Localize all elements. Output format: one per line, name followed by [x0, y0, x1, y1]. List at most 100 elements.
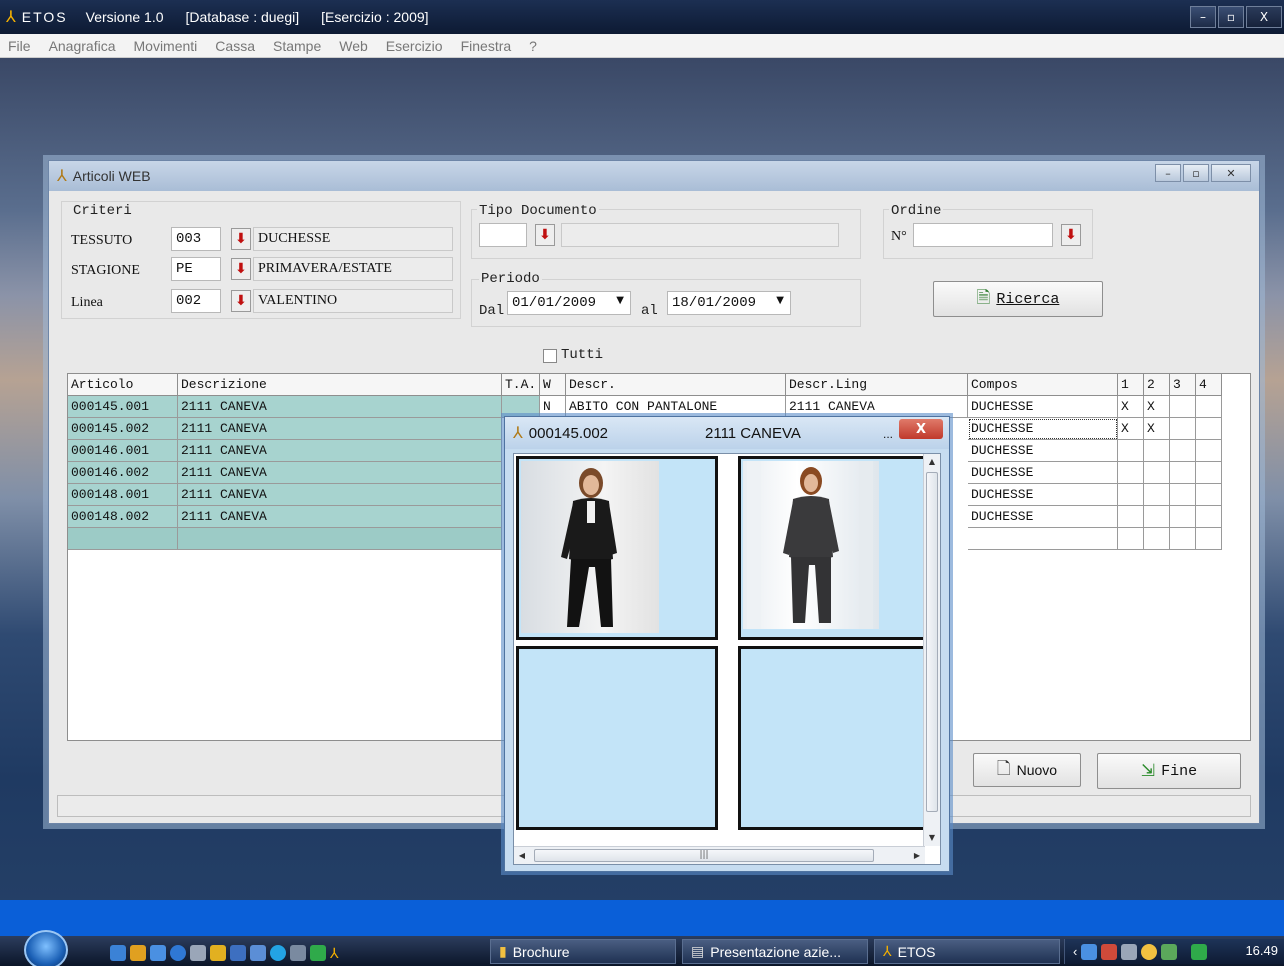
cell-3[interactable] — [1170, 440, 1196, 462]
ql-icon-5[interactable] — [190, 945, 206, 961]
cell-compos[interactable]: DUCHESSE — [968, 484, 1118, 506]
cell-3[interactable] — [1170, 396, 1196, 418]
cell-articolo[interactable]: 000145.002 — [68, 418, 178, 440]
cell-2[interactable]: X — [1144, 396, 1170, 418]
linea-lookup-button[interactable]: ⬇ — [231, 290, 251, 312]
col-3[interactable]: 3 — [1170, 374, 1196, 396]
viewer-hscroll-thumb[interactable]: ||| — [534, 849, 874, 862]
menu-web[interactable]: Web — [339, 38, 368, 54]
cell-4[interactable] — [1196, 484, 1222, 506]
cell-descrizione[interactable]: 2111 CANEVA — [178, 396, 502, 418]
image-slot-4[interactable] — [738, 646, 928, 830]
ql-icon-8[interactable] — [250, 945, 266, 961]
cell-ta[interactable] — [502, 396, 540, 418]
cell-1[interactable] — [1118, 484, 1144, 506]
new-row-4[interactable] — [1196, 528, 1222, 550]
tray-icon-5[interactable] — [1161, 943, 1178, 960]
cell-2[interactable] — [1144, 440, 1170, 462]
new-row-articolo[interactable] — [68, 528, 178, 550]
col-descr[interactable]: Descr. — [566, 374, 786, 396]
cell-4[interactable] — [1196, 440, 1222, 462]
app-close-button[interactable]: X — [1246, 6, 1282, 28]
viewer-close-button[interactable]: X — [899, 419, 943, 439]
cell-articolo[interactable]: 000145.001 — [68, 396, 178, 418]
tray-icon-6[interactable] — [1191, 943, 1208, 960]
ricerca-button[interactable]: 🗎 Ricerca — [933, 281, 1103, 317]
menu-movimenti[interactable]: Movimenti — [134, 38, 198, 54]
cell-descr-ling[interactable]: 2111 CANEVA — [786, 396, 968, 418]
tutti-checkbox[interactable] — [543, 349, 557, 363]
tray-icon-2[interactable] — [1101, 943, 1118, 960]
cell-w[interactable]: N — [540, 396, 566, 418]
cell-descrizione[interactable]: 2111 CANEVA — [178, 440, 502, 462]
ordine-number-input[interactable] — [913, 223, 1053, 247]
app-restore-button[interactable]: ▫ — [1218, 6, 1244, 28]
col-4[interactable]: 4 — [1196, 374, 1222, 396]
skype-icon[interactable] — [270, 945, 286, 961]
cell-1[interactable] — [1118, 506, 1144, 528]
cell-4[interactable] — [1196, 418, 1222, 440]
cell-3[interactable] — [1170, 506, 1196, 528]
menu-help[interactable]: ? — [529, 38, 537, 54]
cell-2[interactable] — [1144, 484, 1170, 506]
ql-icon-7[interactable] — [230, 945, 246, 961]
cell-descrizione[interactable]: 2111 CANEVA — [178, 418, 502, 440]
cell-compos[interactable]: DUCHESSE — [968, 440, 1118, 462]
ql-icon-10[interactable] — [290, 945, 306, 961]
col-1[interactable]: 1 — [1118, 374, 1144, 396]
new-row-3[interactable] — [1170, 528, 1196, 550]
cell-descrizione[interactable]: 2111 CANEVA — [178, 462, 502, 484]
ql-icon-3[interactable] — [150, 945, 166, 961]
new-row-2[interactable] — [1144, 528, 1170, 550]
cell-descrizione[interactable]: 2111 CANEVA — [178, 506, 502, 528]
cell-2[interactable] — [1144, 462, 1170, 484]
new-row-compos[interactable] — [968, 528, 1118, 550]
window-minimize-button[interactable]: – — [1155, 164, 1181, 182]
scroll-down-icon[interactable]: ▼ — [924, 830, 940, 846]
menu-esercizio[interactable]: Esercizio — [386, 38, 443, 54]
cell-2[interactable] — [1144, 506, 1170, 528]
col-2[interactable]: 2 — [1144, 374, 1170, 396]
scroll-left-icon[interactable]: ◀ — [514, 848, 530, 864]
etos-quick-icon[interactable]: ⅄ — [330, 945, 346, 961]
cell-4[interactable] — [1196, 506, 1222, 528]
cell-articolo[interactable]: 000148.001 — [68, 484, 178, 506]
cell-1[interactable] — [1118, 440, 1144, 462]
new-row-1[interactable] — [1118, 528, 1144, 550]
start-button[interactable] — [24, 930, 68, 966]
new-row-descrizione[interactable] — [178, 528, 502, 550]
nuovo-button[interactable]: 🗋 Nuovo — [973, 753, 1081, 787]
app-minimize-button[interactable]: – — [1190, 6, 1216, 28]
cell-compos[interactable]: DUCHESSE — [968, 506, 1118, 528]
linea-code-input[interactable]: 002 — [171, 289, 221, 313]
al-date-picker[interactable]: 18/01/2009 ▼ — [667, 291, 791, 315]
window-maximize-button[interactable]: ▫ — [1183, 164, 1209, 182]
task-etos[interactable]: ⅄ ETOS — [874, 939, 1060, 964]
menu-anagrafica[interactable]: Anagrafica — [49, 38, 116, 54]
scroll-up-icon[interactable]: ▲ — [924, 454, 940, 470]
cell-compos[interactable]: DUCHESSE — [968, 396, 1118, 418]
cell-1[interactable] — [1118, 462, 1144, 484]
cell-articolo[interactable]: 000146.001 — [68, 440, 178, 462]
tipo-documento-lookup-button[interactable]: ⬇ — [535, 224, 555, 246]
col-descrizione[interactable]: Descrizione — [178, 374, 502, 396]
lock-icon[interactable] — [210, 945, 226, 961]
cell-compos[interactable]: DUCHESSE — [968, 462, 1118, 484]
cell-compos[interactable]: DUCHESSE — [968, 418, 1118, 440]
image-slot-1[interactable] — [516, 456, 718, 640]
stagione-code-input[interactable]: PE — [171, 257, 221, 281]
scroll-right-icon[interactable]: ▶ — [909, 848, 925, 864]
ql-icon-1[interactable] — [110, 945, 126, 961]
ordine-lookup-button[interactable]: ⬇ — [1061, 224, 1081, 246]
col-articolo[interactable]: Articolo — [68, 374, 178, 396]
tessuto-code-input[interactable]: 003 — [171, 227, 221, 251]
image-slot-2[interactable] — [738, 456, 940, 640]
stagione-lookup-button[interactable]: ⬇ — [231, 258, 251, 280]
product-photo-1[interactable] — [521, 461, 659, 633]
menu-finestra[interactable]: Finestra — [461, 38, 512, 54]
menu-stampe[interactable]: Stampe — [273, 38, 321, 54]
viewer-vertical-scrollbar[interactable]: ▲ ▼ — [923, 454, 940, 846]
cell-descrizione[interactable]: 2111 CANEVA — [178, 484, 502, 506]
tray-expand-icon[interactable]: ‹ — [1073, 944, 1077, 959]
tipo-documento-code-input[interactable] — [479, 223, 527, 247]
